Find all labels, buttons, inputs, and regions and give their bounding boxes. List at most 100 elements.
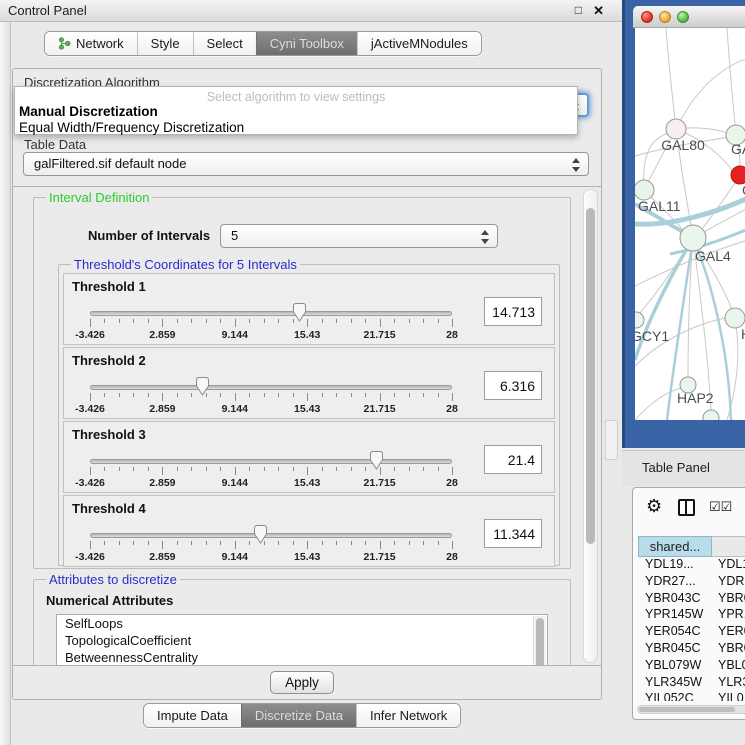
slider-tick-label: 15.43	[294, 477, 320, 489]
network-node[interactable]	[703, 410, 719, 420]
slider-tick	[322, 393, 323, 397]
tab-jactivemnodules[interactable]: jActiveMNodules	[357, 32, 481, 55]
table-row[interactable]: YDL19...YDL1	[638, 557, 745, 574]
threshold-1-slider-thumb[interactable]	[292, 303, 307, 322]
table-data-label: Table Data	[21, 137, 89, 152]
network-node[interactable]	[666, 119, 686, 139]
checkbox-icons[interactable]: ☑☑	[709, 499, 732, 515]
threshold-1-slider-track[interactable]	[90, 311, 452, 316]
cell-name[interactable]: YIL0	[712, 691, 745, 701]
cell-name[interactable]: YBL0	[712, 658, 745, 675]
column-layout-icon[interactable]	[678, 499, 695, 516]
network-edge[interactable]	[727, 318, 738, 420]
table-data-combobox[interactable]: galFiltered.sif default node	[23, 152, 589, 176]
slider-tick	[90, 393, 91, 401]
application-window: Control Panel □ ✕ Network Style Select C…	[0, 0, 745, 745]
tab-cyni-toolbox[interactable]: Cyni Toolbox	[256, 32, 357, 55]
column-header-shared-name[interactable]: shared...	[638, 536, 712, 557]
gear-icon[interactable]: ⚙	[646, 496, 662, 517]
mac-close-button[interactable]	[641, 11, 653, 23]
slider-tick	[365, 393, 366, 397]
number-of-intervals-combobox[interactable]: 5	[220, 224, 498, 248]
attribute-list-item[interactable]: SelfLoops	[57, 615, 547, 632]
slider-tick-label: 28	[446, 551, 458, 563]
float-window-icon[interactable]: □	[575, 3, 582, 17]
slider-tick-label: 21.715	[364, 551, 396, 563]
column-header-name[interactable]: n	[712, 536, 745, 557]
table-row[interactable]: YBL079WYBL0	[638, 658, 745, 675]
network-edge[interactable]	[727, 28, 736, 135]
table-row[interactable]: YDR27...YDR2	[638, 574, 745, 591]
tab-select[interactable]: Select	[193, 32, 256, 55]
attributes-group: Attributes to discretize Numerical Attri…	[33, 579, 571, 666]
cell-name[interactable]: YBR0	[712, 591, 745, 608]
slider-tick-label: 9.144	[222, 551, 248, 563]
threshold-2-slider-track[interactable]	[90, 385, 452, 390]
cell-shared-name[interactable]: YBR045C	[638, 641, 712, 658]
table-panel-title: Table Panel	[642, 451, 710, 485]
cell-shared-name[interactable]: YDL19...	[638, 557, 712, 574]
network-tree-icon	[58, 37, 71, 50]
threshold-1-value-field[interactable]	[484, 297, 542, 326]
tab-network[interactable]: Network	[45, 32, 137, 55]
table-row[interactable]: YBR045CYBR0	[638, 641, 745, 658]
slider-tick	[438, 541, 439, 545]
cell-shared-name[interactable]: YIL052C	[638, 691, 712, 701]
table-row[interactable]: YPR145WYPR1	[638, 607, 745, 624]
cell-shared-name[interactable]: YPR145W	[638, 607, 712, 624]
threshold-3-value-field[interactable]	[484, 445, 542, 474]
table-row[interactable]: YLR345WYLR3	[638, 675, 745, 692]
tab-impute-data[interactable]: Impute Data	[144, 704, 241, 727]
network-edge[interactable]	[635, 388, 681, 420]
close-panel-icon[interactable]: ✕	[593, 3, 604, 19]
scrollbar-thumb[interactable]	[586, 208, 595, 544]
threshold-4-value-field[interactable]	[484, 519, 542, 548]
network-node[interactable]	[635, 180, 654, 200]
table-horizontal-scrollbar[interactable]	[637, 705, 745, 714]
slider-tick-label: 9.144	[222, 329, 248, 341]
attribute-list-item[interactable]: TopologicalCoefficient	[57, 632, 547, 649]
cell-name[interactable]: YDR2	[712, 574, 745, 591]
popup-item-equal-width-frequency[interactable]: Equal Width/Frequency Discretization	[19, 120, 244, 135]
threshold-2-value-field[interactable]	[484, 371, 542, 400]
scrollbar-thumb[interactable]	[639, 707, 735, 712]
network-node[interactable]	[725, 308, 745, 328]
node-label: H	[741, 326, 745, 342]
cell-shared-name[interactable]: YDR27...	[638, 574, 712, 591]
slider-tick-label: -3.426	[75, 551, 105, 563]
panel-splitter-handle[interactable]	[605, 420, 618, 460]
popup-item-manual-discretization[interactable]: Manual Discretization	[19, 104, 158, 119]
slider-tick-label: -3.426	[75, 403, 105, 415]
threshold-3-slider-thumb[interactable]	[369, 451, 384, 470]
cell-name[interactable]: YPR1	[712, 607, 745, 624]
threshold-4-slider-track[interactable]	[90, 533, 452, 538]
network-node[interactable]	[635, 312, 644, 328]
apply-button[interactable]: Apply	[270, 671, 334, 694]
cell-name[interactable]: YER0	[712, 624, 745, 641]
attribute-list-item[interactable]: BetweennessCentrality	[57, 649, 547, 666]
slider-tick	[452, 319, 453, 327]
cell-name[interactable]: YDL1	[712, 557, 745, 574]
mac-minimize-button[interactable]	[659, 11, 671, 23]
settings-vertical-scrollbar[interactable]	[583, 189, 598, 663]
cell-shared-name[interactable]: YER054C	[638, 624, 712, 641]
cell-shared-name[interactable]: YLR345W	[638, 675, 712, 692]
slider-tick	[278, 541, 279, 545]
cell-name[interactable]: YBR0	[712, 641, 745, 658]
threshold-3-slider-track[interactable]	[90, 459, 452, 464]
cell-shared-name[interactable]: YBL079W	[638, 658, 712, 675]
tab-discretize-data[interactable]: Discretize Data	[241, 704, 356, 727]
table-row[interactable]: YBR043CYBR0	[638, 591, 745, 608]
mac-zoom-button[interactable]	[677, 11, 689, 23]
tab-style[interactable]: Style	[137, 32, 193, 55]
table-row[interactable]: YIL052CYIL0	[638, 691, 745, 701]
cell-name[interactable]: YLR3	[712, 675, 745, 692]
table-row[interactable]: YER054CYER0	[638, 624, 745, 641]
network-edge[interactable]	[666, 28, 676, 129]
attributes-list-scrollbar[interactable]	[533, 616, 546, 666]
threshold-4-slider-thumb[interactable]	[253, 525, 268, 544]
tab-infer-network[interactable]: Infer Network	[356, 704, 460, 727]
network-canvas[interactable]: GAL80GACGAL11GAL4GCY1HHAP2	[635, 28, 745, 420]
cell-shared-name[interactable]: YBR043C	[638, 591, 712, 608]
threshold-2-slider-thumb[interactable]	[195, 377, 210, 396]
